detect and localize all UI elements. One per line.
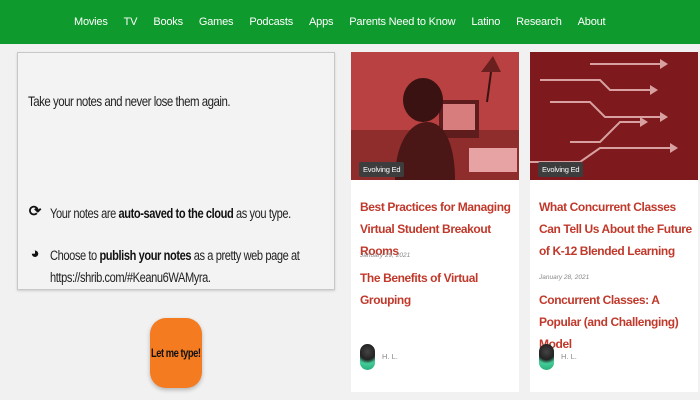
top-navigation: Movies TV Books Games Podcasts Apps Pare… [0,0,700,44]
nav-about[interactable]: About [578,16,606,28]
let-me-type-button[interactable]: Let me type! [150,318,202,388]
author-avatar [360,344,375,370]
author-name: H. L. [382,352,398,361]
publish-text: Choose to publish your notes as a pretty… [50,248,300,285]
article-thumbnail[interactable]: Evolving Ed [530,52,698,180]
related-article-link[interactable]: The Benefits of Virtual Grouping [360,267,514,311]
autosave-text: Your notes are auto-saved to the cloud a… [50,206,291,221]
globe-icon: ◕ [30,245,40,262]
article-card: Evolving Ed What Concurrent Classes Can … [530,52,698,392]
nav-tv[interactable]: TV [124,16,138,28]
article-title[interactable]: What Concurrent Classes Can Tell Us Abou… [539,196,693,262]
article-date: January 29, 2021 [360,252,411,259]
notes-lead-text: Take your notes and never lose them agai… [28,93,231,109]
publish-feature: ◕ Choose to publish your notes as a pret… [28,245,354,289]
autosave-feature: ⟳ Your notes are auto-saved to the cloud… [28,203,344,225]
related-article-link[interactable]: Concurrent Classes: A Popular (and Chall… [539,289,693,355]
nav-research[interactable]: Research [516,16,562,28]
nav-movies[interactable]: Movies [74,16,108,28]
nav-podcasts[interactable]: Podcasts [249,16,293,28]
publish-url: https://shrib.com/#Keanu6WAMyra. [50,270,211,285]
notes-promo-panel: Take your notes and never lose them agai… [17,52,335,290]
article-thumbnail[interactable]: Evolving Ed [351,52,519,180]
nav-games[interactable]: Games [199,16,234,28]
nav-parents-need-to-know[interactable]: Parents Need to Know [349,16,455,28]
sync-icon: ⟳ [28,203,42,220]
category-badge[interactable]: Evolving Ed [359,162,405,177]
article-date: January 28, 2021 [539,274,590,281]
article-card: Evolving Ed Best Practices for Managing … [351,52,519,392]
nav-latino[interactable]: Latino [471,16,500,28]
student-computer-illustration [351,52,519,180]
author-name: H. L. [561,352,577,361]
category-badge[interactable]: Evolving Ed [538,162,584,177]
arrows-illustration [530,52,698,180]
nav-apps[interactable]: Apps [309,16,333,28]
author-avatar [539,344,554,370]
nav-books[interactable]: Books [153,16,183,28]
